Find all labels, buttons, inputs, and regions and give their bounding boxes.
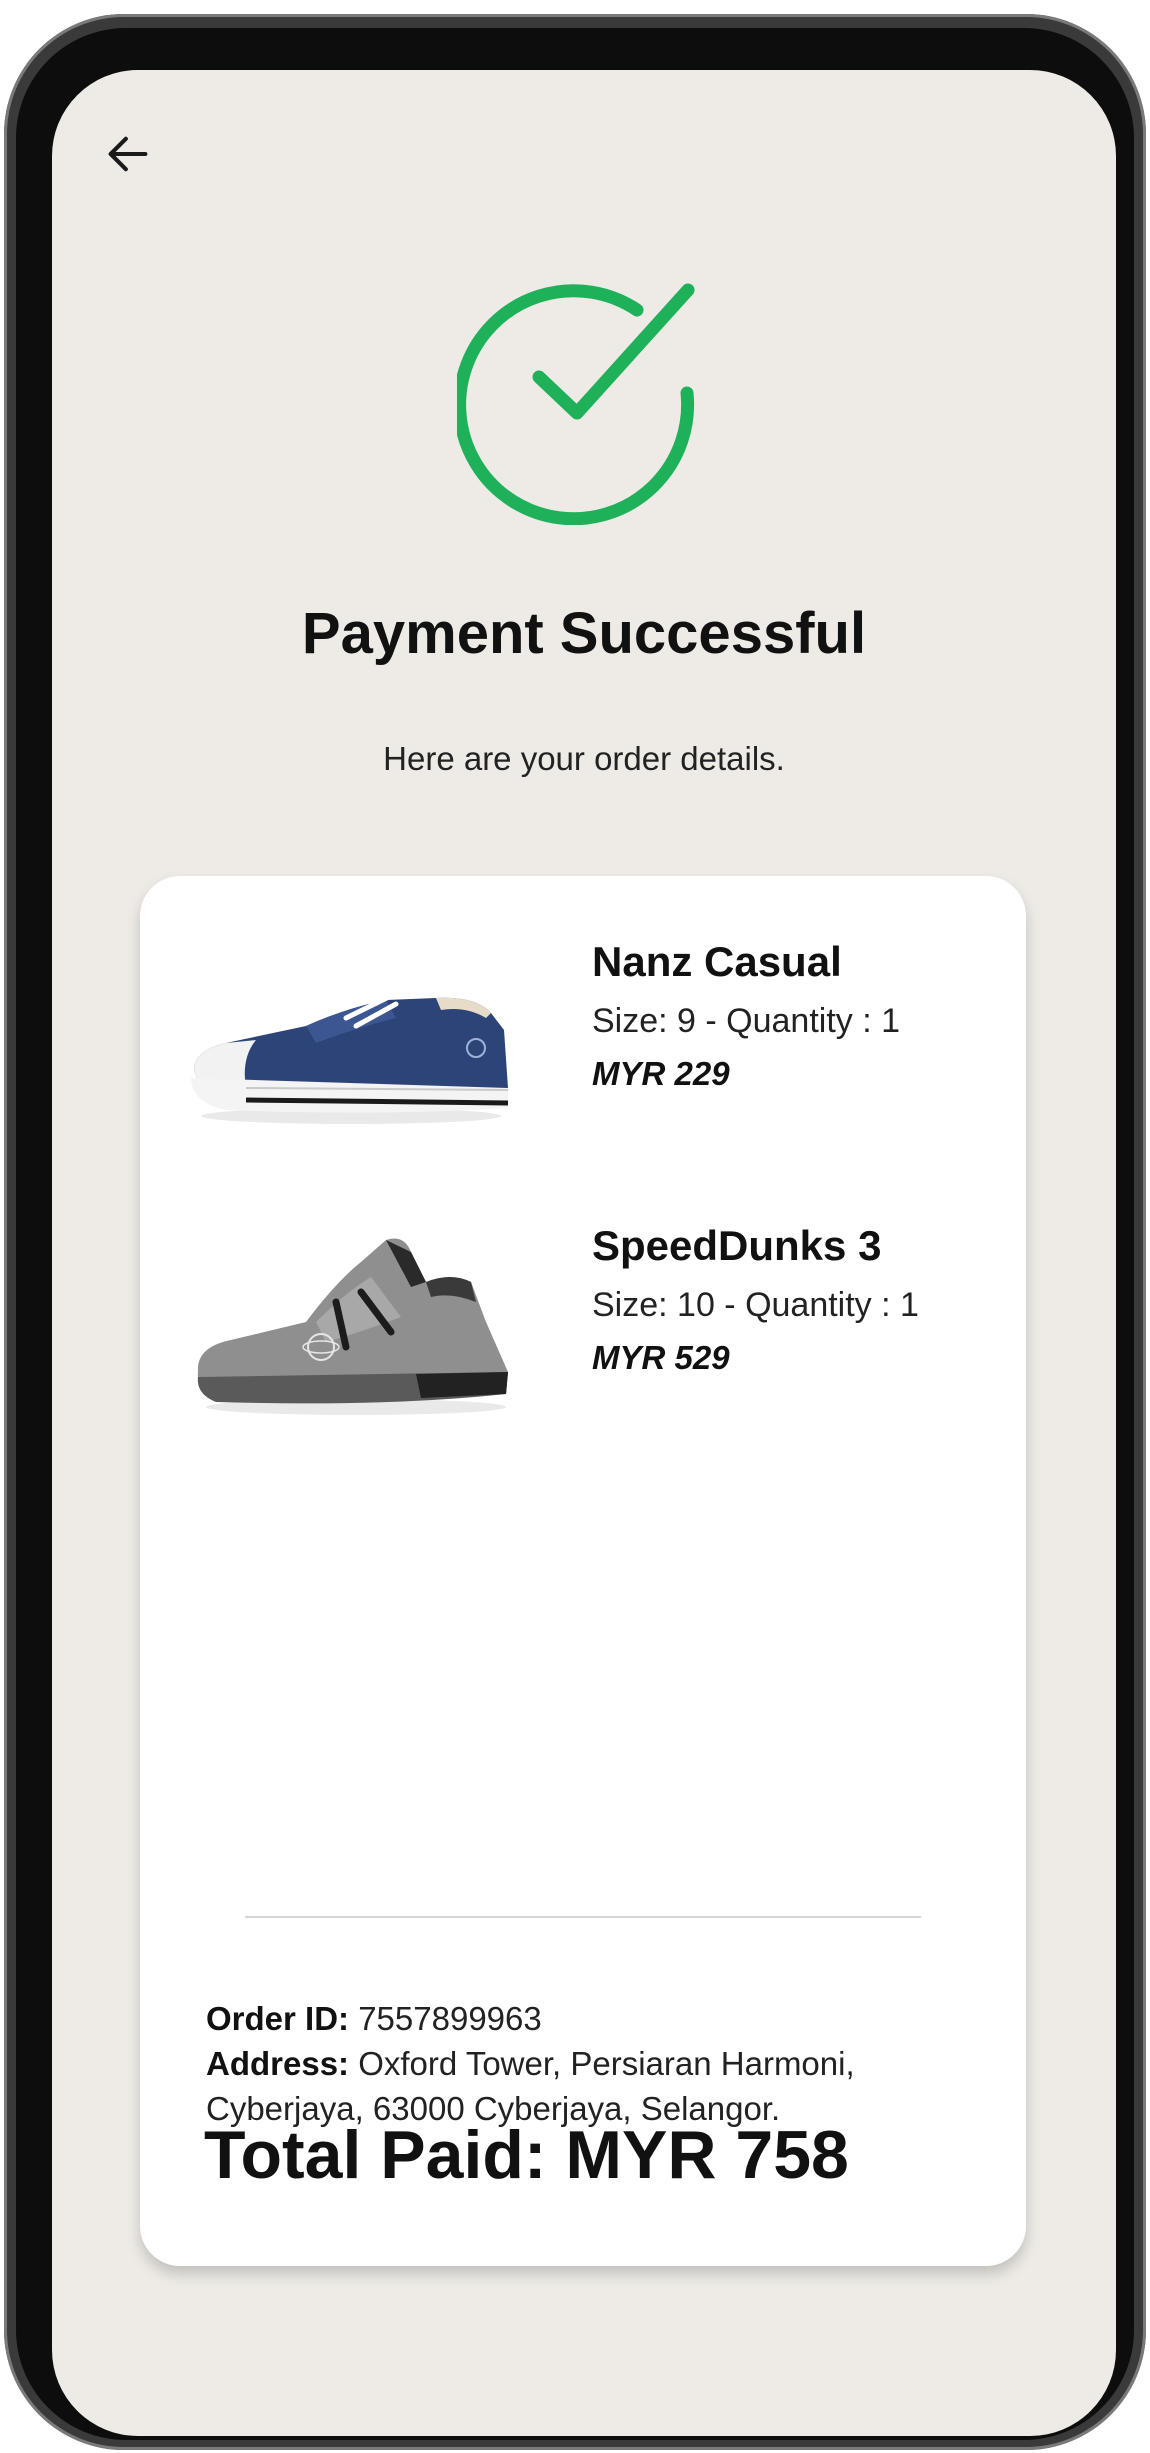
page-subtitle: Here are your order details. xyxy=(383,740,785,777)
order-meta: Order ID: 7557899963 Address: Oxford Tow… xyxy=(206,1996,996,2131)
phone-frame: Payment Successful Here are your order d… xyxy=(4,14,1146,2450)
item-price: MYR 229 xyxy=(592,1055,730,1092)
address-label: Address: xyxy=(206,2045,350,2082)
item-name: SpeedDunks 3 xyxy=(592,1222,882,1269)
arrow-left-icon xyxy=(108,136,148,172)
order-item[interactable]: Nanz Casual Size: 9 - Quantity : 1 MYR 2… xyxy=(140,938,1026,1158)
order-id-row: Order ID: 7557899963 xyxy=(206,1996,996,2041)
item-info: SpeedDunks 3 Size: 10 - Quantity : 1 MYR… xyxy=(592,1222,919,1377)
order-item[interactable]: SpeedDunks 3 Size: 10 - Quantity : 1 MYR… xyxy=(140,1222,1026,1442)
item-size-quantity: Size: 10 - Quantity : 1 xyxy=(592,1286,919,1324)
back-button[interactable] xyxy=(92,118,164,190)
blue-canvas-sneaker-image xyxy=(191,960,509,1124)
divider xyxy=(245,1916,921,1918)
item-size-quantity: Size: 9 - Quantity : 1 xyxy=(592,1002,901,1040)
order-id-label: Order ID: xyxy=(206,2000,350,2037)
check-circle-icon xyxy=(453,265,717,526)
order-id-value: 7557899963 xyxy=(358,2000,542,2037)
app-screen: Payment Successful Here are your order d… xyxy=(52,70,1116,2436)
item-price: MYR 529 xyxy=(592,1339,730,1376)
item-name: Nanz Casual xyxy=(592,938,842,985)
item-info: Nanz Casual Size: 9 - Quantity : 1 MYR 2… xyxy=(592,938,900,1093)
page-title: Payment Successful xyxy=(301,601,867,666)
total-paid: Total Paid: MYR 758 xyxy=(204,2117,849,2193)
order-details-card: Nanz Casual Size: 9 - Quantity : 1 MYR 2… xyxy=(140,876,1026,2266)
grey-knit-sneaker-image xyxy=(197,1238,508,1415)
